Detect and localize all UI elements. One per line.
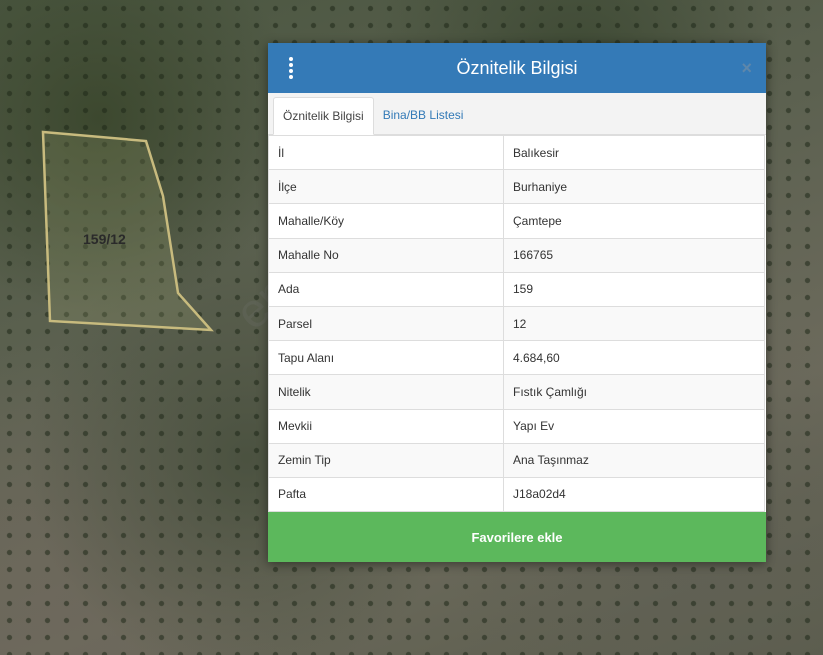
row-value: Yapı Ev <box>503 408 765 444</box>
row-key: Nitelik <box>268 374 504 410</box>
attribute-info-modal: Öznitelik Bilgisi × Öznitelik Bilgisi Bi… <box>268 43 766 562</box>
row-key: Tapu Alanı <box>268 340 504 376</box>
row-key: Zemin Tip <box>268 442 504 478</box>
row-value: 166765 <box>503 237 765 273</box>
row-key: İlçe <box>268 169 504 205</box>
table-row: Mahalle/Köy Çamtepe <box>268 203 765 239</box>
row-key: Mahalle No <box>268 237 504 273</box>
tab-building-list[interactable]: Bina/BB Listesi <box>374 96 473 134</box>
row-key: İl <box>268 134 504 171</box>
table-row: Pafta J18a02d4 <box>268 476 765 513</box>
row-value: 12 <box>503 305 765 342</box>
row-key: Pafta <box>268 476 504 513</box>
tab-bar: Öznitelik Bilgisi Bina/BB Listesi <box>268 93 766 135</box>
table-row: İlçe Burhaniye <box>268 169 765 205</box>
row-value: Burhaniye <box>503 169 765 205</box>
row-value: Ana Taşınmaz <box>503 442 765 478</box>
parcel-outline <box>41 130 214 332</box>
row-value: J18a02d4 <box>503 476 765 513</box>
tab-attribute-info[interactable]: Öznitelik Bilgisi <box>273 97 374 135</box>
close-icon[interactable]: × <box>741 58 752 78</box>
row-value: 159 <box>503 271 765 307</box>
modal-title: Öznitelik Bilgisi <box>456 57 578 78</box>
table-row: Zemin Tip Ana Taşınmaz <box>268 442 765 478</box>
table-row: Parsel 12 <box>268 305 765 342</box>
attribute-table: İl Balıkesir İlçe Burhaniye Mahalle/Köy … <box>268 134 765 513</box>
vertical-dots-menu-icon[interactable] <box>286 56 296 80</box>
row-key: Mahalle/Köy <box>268 203 504 239</box>
table-row: İl Balıkesir <box>268 134 765 171</box>
row-value: Fıstık Çamlığı <box>503 374 765 410</box>
table-row: Mahalle No 166765 <box>268 237 765 273</box>
table-row: Mevkii Yapı Ev <box>268 408 765 444</box>
row-key: Ada <box>268 271 504 307</box>
table-row: Ada 159 <box>268 271 765 307</box>
add-to-favorites-button[interactable]: Favorilere ekle <box>268 512 766 562</box>
parcel-label: 159/12 <box>83 231 126 247</box>
row-key: Parsel <box>268 305 504 342</box>
table-row: Nitelik Fıstık Çamlığı <box>268 374 765 410</box>
modal-header: Öznitelik Bilgisi × <box>268 43 766 93</box>
row-value: 4.684,60 <box>503 340 765 376</box>
row-value: Balıkesir <box>503 134 765 171</box>
row-value: Çamtepe <box>503 203 765 239</box>
row-key: Mevkii <box>268 408 504 444</box>
table-row: Tapu Alanı 4.684,60 <box>268 340 765 376</box>
